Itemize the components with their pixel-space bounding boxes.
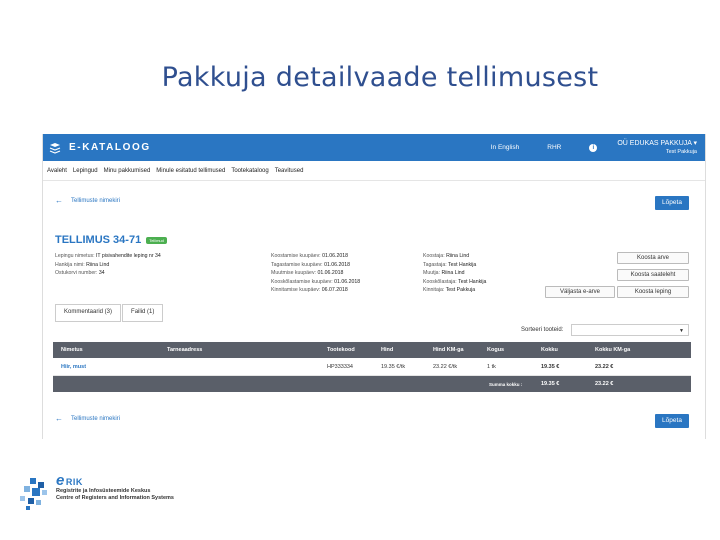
row-price: 19.35 €/tk [381,363,406,370]
tab-comments[interactable]: Kommentaarid (3) [55,304,122,322]
language-link[interactable]: In English [491,144,520,151]
row-total: 19.35 € [541,363,560,370]
meta-row: Ostukorvi number: 34 [55,270,105,276]
order-number: TELLIMUS 34-71 [55,234,142,246]
row-quantity: 1 tk [487,363,496,370]
meta-row: Kinnitamise kuupäev: 06.07.2018 [271,287,348,293]
user-organization: OÜ EDUKAS PAKKUJA ▾ [617,139,697,147]
org-name-en: Centre of Registers and Information Syst… [56,495,174,501]
info-icon[interactable]: i [589,143,598,152]
table-row: Hiir, must HP333334 19.35 €/tk 23.22 €/t… [53,358,691,376]
top-bar: E-KATALOOG In English RHR i OÜ EDUKAS PA… [43,134,705,161]
rhr-link[interactable]: RHR [547,144,561,151]
order-dates: Koostamise kuupäev: 01.06.2018 Tagastami… [271,252,360,295]
sum-label: Summa kokku : [489,381,523,387]
finish-button-bottom[interactable]: Lõpeta [655,414,689,428]
back-to-orders-link-bottom[interactable]: ← Tellimuste nimekiri [55,414,120,423]
erik-wordmark: e RIK [56,472,83,489]
back-link-label: Tellimuste nimekiri [71,197,121,204]
sum-total-vat: 23.22 € [595,381,614,387]
header-total-vat[interactable]: Kokku KM-ga [595,342,630,358]
back-link-label: Tellimuste nimekiri [71,415,121,422]
main-menu: Avaleht Lepingud Minu pakkumised Minule … [43,161,705,181]
rik-logo-icon [20,478,47,510]
menu-item-home[interactable]: Avaleht [47,168,67,174]
arrow-left-icon: ← [55,196,63,205]
sort-products-select[interactable]: ▼ [571,324,689,336]
sort-label: Sorteeri tooteid: [521,327,564,333]
menu-item-my-offers[interactable]: Minu pakkumised [104,168,151,174]
table-header: Nimetus Tarneaadress Tootekood Hind Hind… [53,342,691,358]
arrow-left-icon: ← [55,414,63,423]
create-contract-button[interactable]: Koosta leping [617,286,689,298]
meta-row: Tagastamise kuupäev: 01.06.2018 [271,261,351,268]
menu-item-orders-to-me[interactable]: Minule esitatud tellimused [156,168,225,174]
finish-button-top[interactable]: Lõpeta [655,196,689,210]
caret-down-icon: ▼ [679,328,684,334]
create-delivery-note-button[interactable]: Koosta saateleht [617,269,689,281]
order-people: Koostaja: Riina Lind Tagastaja: Test Han… [423,252,486,295]
org-name-et: Registrite ja Infosüsteemide Keskus [56,488,151,494]
meta-row: Koostaja: Riina Lind [423,253,470,259]
create-invoice-button[interactable]: Koosta arve [617,252,689,264]
app-logo[interactable]: E-KATALOOG [49,142,151,154]
header-price[interactable]: Hind [381,342,393,358]
tab-files[interactable]: Failid (1) [122,304,164,322]
order-items-table: Nimetus Tarneaadress Tootekood Hind Hind… [53,342,691,392]
app-window: E-KATALOOG In English RHR i OÜ EDUKAS PA… [42,134,706,439]
meta-row: Muutmise kuupäev: 01.06.2018 [271,270,344,276]
top-right-nav: In English RHR i OÜ EDUKAS PAKKUJA ▾ Tes… [491,134,697,161]
user-menu[interactable]: OÜ EDUKAS PAKKUJA ▾ Test Pakkuja [617,139,697,157]
order-title: TELLIMUS 34-71 Tellimud [55,234,167,246]
header-quantity[interactable]: Kogus [487,342,504,358]
catalog-logo-icon [49,142,61,154]
meta-row: Tagastaja: Test Hankija [423,261,477,268]
menu-item-product-catalog[interactable]: Tootekataloog [231,168,268,174]
header-price-vat[interactable]: Hind KM-ga [433,342,464,358]
detail-tabs: Kommentaarid (3) Failid (1) [55,304,164,322]
meta-row: Kinnitaja: Test Pakkuja [423,287,476,293]
footer-organization: e RIK Registrite ja Infosüsteemide Keskus… [56,472,174,502]
export-einvoice-button[interactable]: Väljasta e-arve [545,286,615,298]
meta-row: Koostamise kuupäev: 01.06.2018 [271,253,349,259]
logo-text: E-KATALOOG [69,142,151,153]
header-total[interactable]: Kokku [541,342,558,358]
row-code: HP333334 [327,363,353,370]
user-name: Test Pakkuja [665,148,697,155]
slide-title: Pakkuja detailvaade tellimusest [161,62,599,93]
meta-row: Kooskõlastamise kuupäev: 01.06.2018 [271,278,361,285]
status-badge: Tellimud [146,236,167,244]
menu-item-contracts[interactable]: Lepingud [73,168,98,174]
header-name[interactable]: Nimetus [61,342,83,358]
row-price-vat: 23.22 €/tk [433,363,458,370]
header-code[interactable]: Tootekood [327,342,355,358]
meta-row: Kooskõlastaja: Test Hankija [423,278,487,285]
menu-item-notifications[interactable]: Teavitused [275,168,304,174]
meta-row: Muutja: Riina Lind [423,270,465,276]
meta-row: Lepingu nimetus: IT pisivahendite leping… [55,253,161,259]
product-name-link[interactable]: Hiir, must [61,358,86,375]
order-info-left: Lepingu nimetus: IT pisivahendite leping… [55,252,161,278]
sum-total: 19.35 € [541,381,560,387]
back-to-orders-link-top[interactable]: ← Tellimuste nimekiri [55,196,120,205]
sum-row: Summa kokku : 19.35 € 23.22 € [53,376,691,392]
row-total-vat: 23.22 € [595,363,614,370]
meta-row: Hankija nimi: Riina Lind [55,261,110,268]
header-address[interactable]: Tarneaadress [167,342,202,358]
